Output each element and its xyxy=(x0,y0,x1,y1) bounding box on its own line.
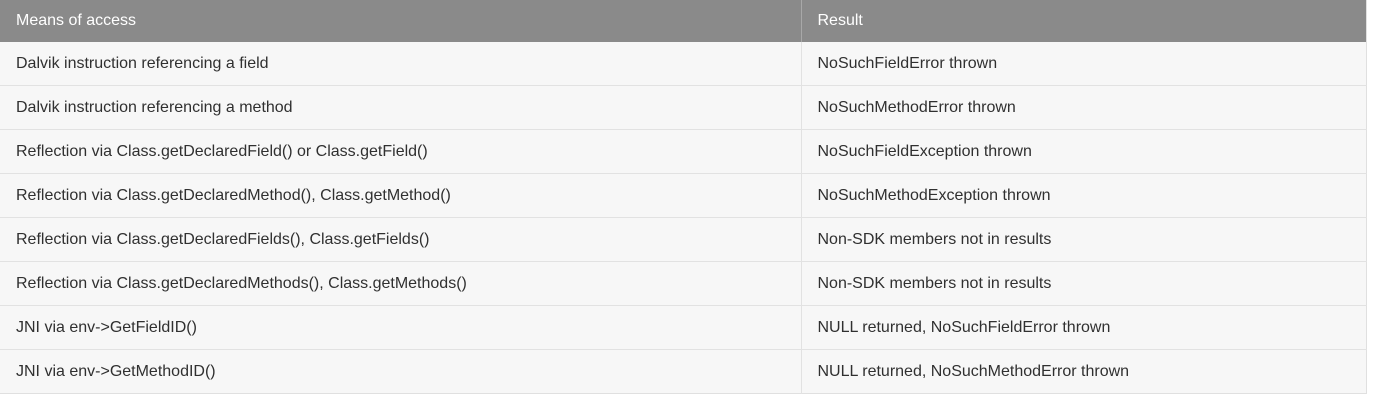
access-cell: Reflection via Class.getDeclaredField() … xyxy=(0,129,801,174)
table-row: Reflection via Class.getDeclaredFields()… xyxy=(0,217,1366,262)
table-header-row: Means of access Result xyxy=(0,0,1366,42)
column-header-result: Result xyxy=(800,0,1366,42)
access-cell: Reflection via Class.getDeclaredMethod()… xyxy=(0,173,801,218)
result-cell: NULL returned, NoSuchMethodError thrown xyxy=(800,349,1366,394)
column-header-means-of-access: Means of access xyxy=(0,0,801,42)
table-row: Reflection via Class.getDeclaredMethod()… xyxy=(0,173,1366,218)
result-cell: NoSuchFieldException thrown xyxy=(800,129,1366,174)
table-row: Reflection via Class.getDeclaredField() … xyxy=(0,129,1366,174)
access-cell: Dalvik instruction referencing a method xyxy=(0,85,801,130)
access-cell: Reflection via Class.getDeclaredMethods(… xyxy=(0,261,801,306)
result-cell: NULL returned, NoSuchFieldError thrown xyxy=(800,305,1366,350)
access-cell: JNI via env->GetFieldID() xyxy=(0,305,801,350)
table-row: Dalvik instruction referencing a method … xyxy=(0,85,1366,130)
result-cell: NoSuchMethodException thrown xyxy=(800,173,1366,218)
result-cell: NoSuchFieldError thrown xyxy=(800,42,1366,86)
access-cell: Reflection via Class.getDeclaredFields()… xyxy=(0,217,801,262)
table-row: Reflection via Class.getDeclaredMethods(… xyxy=(0,261,1366,306)
access-results-table: Means of access Result Dalvik instructio… xyxy=(0,0,1367,394)
result-cell: Non-SDK members not in results xyxy=(800,217,1366,262)
result-cell: NoSuchMethodError thrown xyxy=(800,85,1366,130)
result-cell: Non-SDK members not in results xyxy=(800,261,1366,306)
access-cell: Dalvik instruction referencing a field xyxy=(0,42,801,86)
table-row: JNI via env->GetFieldID() NULL returned,… xyxy=(0,305,1366,350)
table-row: JNI via env->GetMethodID() NULL returned… xyxy=(0,349,1366,394)
access-cell: JNI via env->GetMethodID() xyxy=(0,349,801,394)
table-row: Dalvik instruction referencing a field N… xyxy=(0,42,1366,86)
